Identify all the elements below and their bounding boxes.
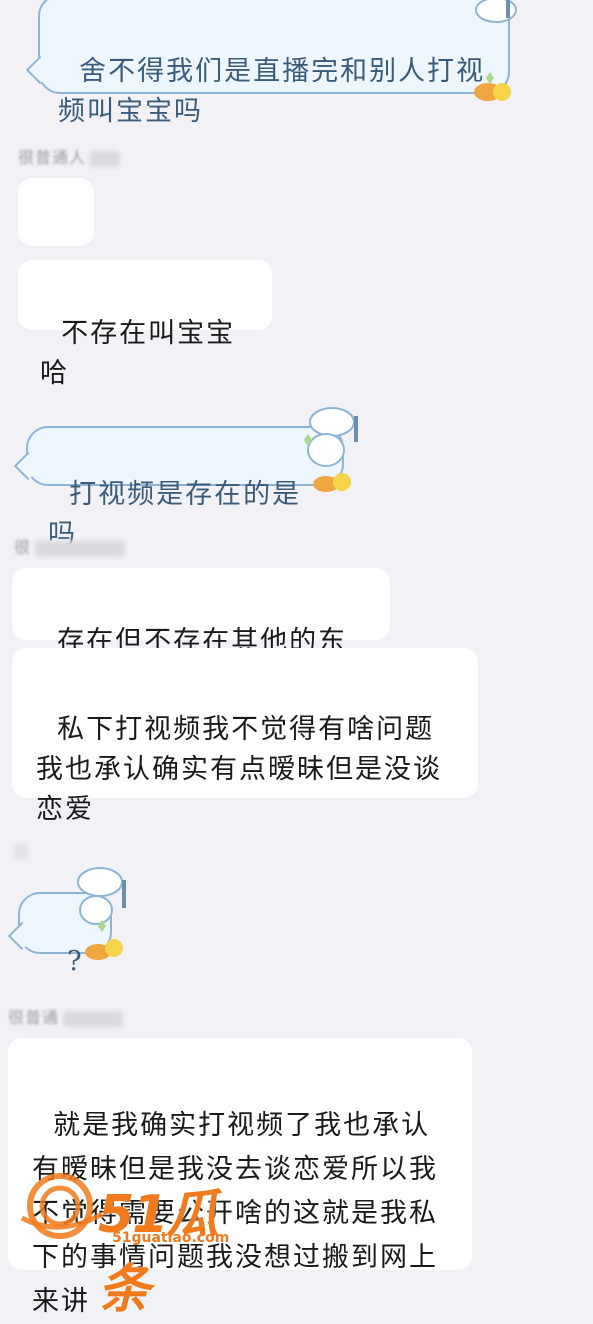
sender-name bbox=[10, 840, 28, 859]
mascot-sticker-icon bbox=[304, 407, 358, 492]
chat-bubble-other-4[interactable]: 私下打视频我不觉得有啥问题我也承认确实有点暧昧但是没谈恋爱 bbox=[12, 648, 478, 825]
sender-name: 很 bbox=[14, 534, 126, 558]
mascot-sticker-icon bbox=[77, 867, 126, 960]
message-text: 舍不得我们是直播完和别人打视频叫宝宝吗 bbox=[58, 56, 486, 127]
sender-name: 很普通人 bbox=[18, 144, 121, 168]
watermark-logo: 51瓜条 51guatiao.com bbox=[18, 1160, 258, 1320]
watermark-brand: 51瓜条 bbox=[98, 1185, 218, 1320]
chat-bubble-other-2[interactable]: 不存在叫宝宝哈 bbox=[18, 260, 272, 389]
mascot-sticker-icon bbox=[474, 0, 517, 101]
message-text: 不存在叫宝宝哈 bbox=[40, 318, 236, 389]
sender-name: 很普通 bbox=[8, 1004, 124, 1028]
watermark-url: 51guatiao.com bbox=[112, 1230, 230, 1246]
message-text: 私下打视频我不觉得有啥问题我也承认确实有点暧昧但是没谈恋爱 bbox=[36, 714, 442, 825]
chat-bubble-self-1[interactable]: 舍不得我们是直播完和别人打视频叫宝宝吗 bbox=[38, 0, 510, 127]
chat-bubble-other-1[interactable]: ? bbox=[18, 178, 94, 305]
chat-bubble-other-3[interactable]: 存在但不存在其他的东西 bbox=[12, 568, 390, 697]
watermark-emblem-icon bbox=[20, 1173, 104, 1239]
